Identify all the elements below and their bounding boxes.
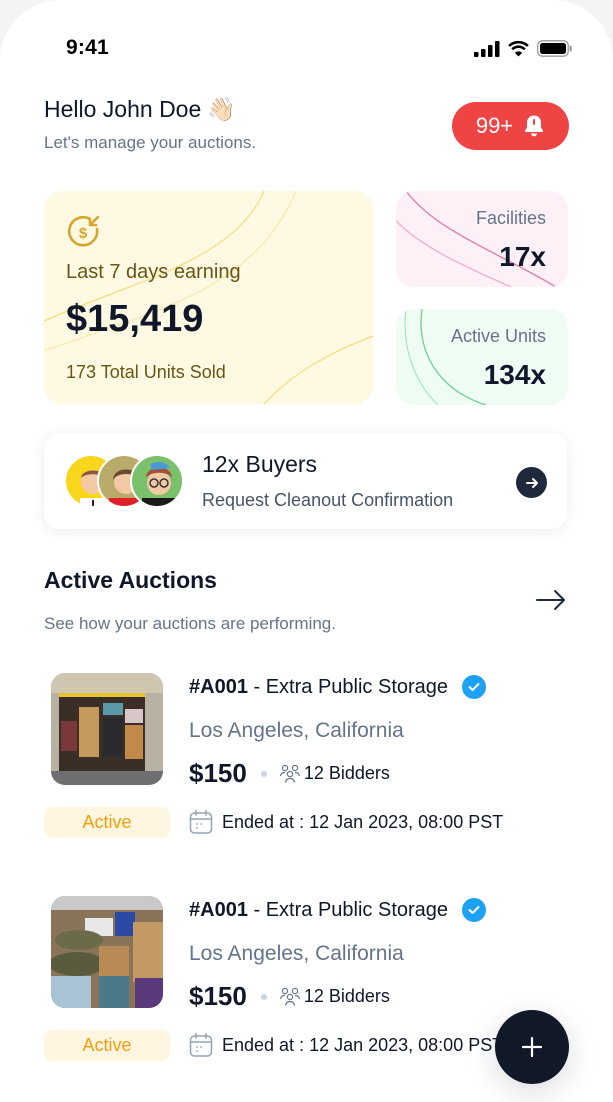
auction-facility: Extra Public Storage bbox=[265, 898, 449, 921]
auction-bidders: 12 Bidders bbox=[303, 986, 390, 1006]
bidders-icon bbox=[279, 764, 300, 783]
auction-end-time: Ended at : 12 Jan 2023, 08:00 PST bbox=[222, 1034, 504, 1055]
auction-id: #A001 bbox=[189, 898, 248, 921]
avatar-man-glasses-icon bbox=[142, 461, 176, 506]
greeting-subtitle: Let's manage your auctions. bbox=[44, 133, 257, 152]
wifi-icon bbox=[508, 40, 529, 57]
facilities-value: 17x bbox=[499, 241, 546, 272]
notifications-button[interactable]: 99+ bbox=[452, 102, 569, 150]
waving-hand-icon: 👋🏻 bbox=[207, 96, 236, 122]
status-badge: Active bbox=[44, 807, 170, 838]
plus-icon bbox=[521, 1036, 543, 1058]
active-units-label: Active Units bbox=[450, 326, 546, 346]
auction-separator: - bbox=[247, 675, 266, 698]
buyers-card[interactable]: 12x Buyers Request Cleanout Confirmation bbox=[44, 433, 567, 529]
verified-icon bbox=[462, 898, 487, 922]
buyers-subtitle: Request Cleanout Confirmation bbox=[202, 490, 454, 510]
bidders-icon bbox=[279, 987, 300, 1006]
buyers-title: 12x Buyers bbox=[202, 451, 318, 477]
battery-icon bbox=[537, 40, 572, 57]
earnings-card[interactable]: $ Last 7 days earning $15,419 173 Total … bbox=[44, 191, 373, 404]
storage-unit-image bbox=[51, 673, 163, 785]
auction-thumbnail bbox=[51, 896, 163, 1008]
auction-item[interactable]: Active #A001 - Extra Public Storage Los … bbox=[44, 673, 604, 863]
view-all-arrow-icon[interactable] bbox=[535, 588, 567, 612]
storage-unit-image bbox=[51, 896, 163, 1008]
separator-dot bbox=[260, 993, 267, 1000]
buyers-go-button[interactable] bbox=[516, 467, 547, 498]
auction-end-time: Ended at : 12 Jan 2023, 08:00 PST bbox=[222, 811, 504, 832]
calendar-icon bbox=[189, 1032, 213, 1057]
cellular-signal-icon bbox=[474, 40, 500, 57]
add-auction-button[interactable] bbox=[495, 1010, 569, 1084]
auction-thumbnail bbox=[51, 673, 163, 785]
auction-facility: Extra Public Storage bbox=[265, 675, 449, 698]
buyer-avatars bbox=[64, 454, 184, 510]
notification-count: 99+ bbox=[475, 113, 514, 138]
svg-text:$: $ bbox=[79, 225, 88, 242]
verified-icon bbox=[462, 675, 487, 699]
earnings-label: Last 7 days earning bbox=[66, 261, 241, 283]
facilities-label: Facilities bbox=[475, 208, 546, 228]
dollar-receive-icon: $ bbox=[67, 215, 100, 247]
greeting: Hello John Doe 👋🏻 Let's manage your auct… bbox=[44, 96, 256, 153]
section-subtitle: See how your auctions are performing. bbox=[44, 614, 336, 633]
facilities-card[interactable]: Facilities 17x bbox=[396, 191, 568, 287]
auction-location: Los Angeles, California bbox=[189, 719, 404, 742]
units-sold: 173 Total Units Sold bbox=[66, 362, 226, 382]
status-time: 9:41 bbox=[66, 36, 109, 59]
active-units-value: 134x bbox=[483, 359, 546, 390]
avatar bbox=[130, 454, 184, 508]
arrow-right-icon bbox=[525, 477, 538, 488]
active-units-card[interactable]: Active Units 134x bbox=[396, 309, 568, 405]
auction-separator: - bbox=[247, 898, 266, 921]
auction-price: $150 bbox=[189, 758, 247, 788]
greeting-title: Hello John Doe bbox=[44, 96, 202, 122]
section-title: Active Auctions bbox=[44, 567, 217, 593]
bell-icon bbox=[524, 115, 544, 137]
auction-id: #A001 bbox=[189, 675, 248, 698]
earnings-value: $15,419 bbox=[66, 298, 204, 340]
separator-dot bbox=[260, 770, 267, 777]
status-badge: Active bbox=[44, 1030, 170, 1061]
status-bar: 9:41 bbox=[0, 36, 613, 64]
auction-title: #A001 - Extra Public Storage bbox=[189, 898, 487, 922]
auction-location: Los Angeles, California bbox=[189, 942, 404, 965]
auction-title: #A001 - Extra Public Storage bbox=[189, 675, 487, 699]
auction-bidders: 12 Bidders bbox=[303, 763, 390, 783]
auction-price: $150 bbox=[189, 981, 247, 1011]
phone-screen: 9:41 Hello John Doe 👋🏻 Let's manage your… bbox=[0, 0, 613, 1102]
calendar-icon bbox=[189, 809, 213, 834]
